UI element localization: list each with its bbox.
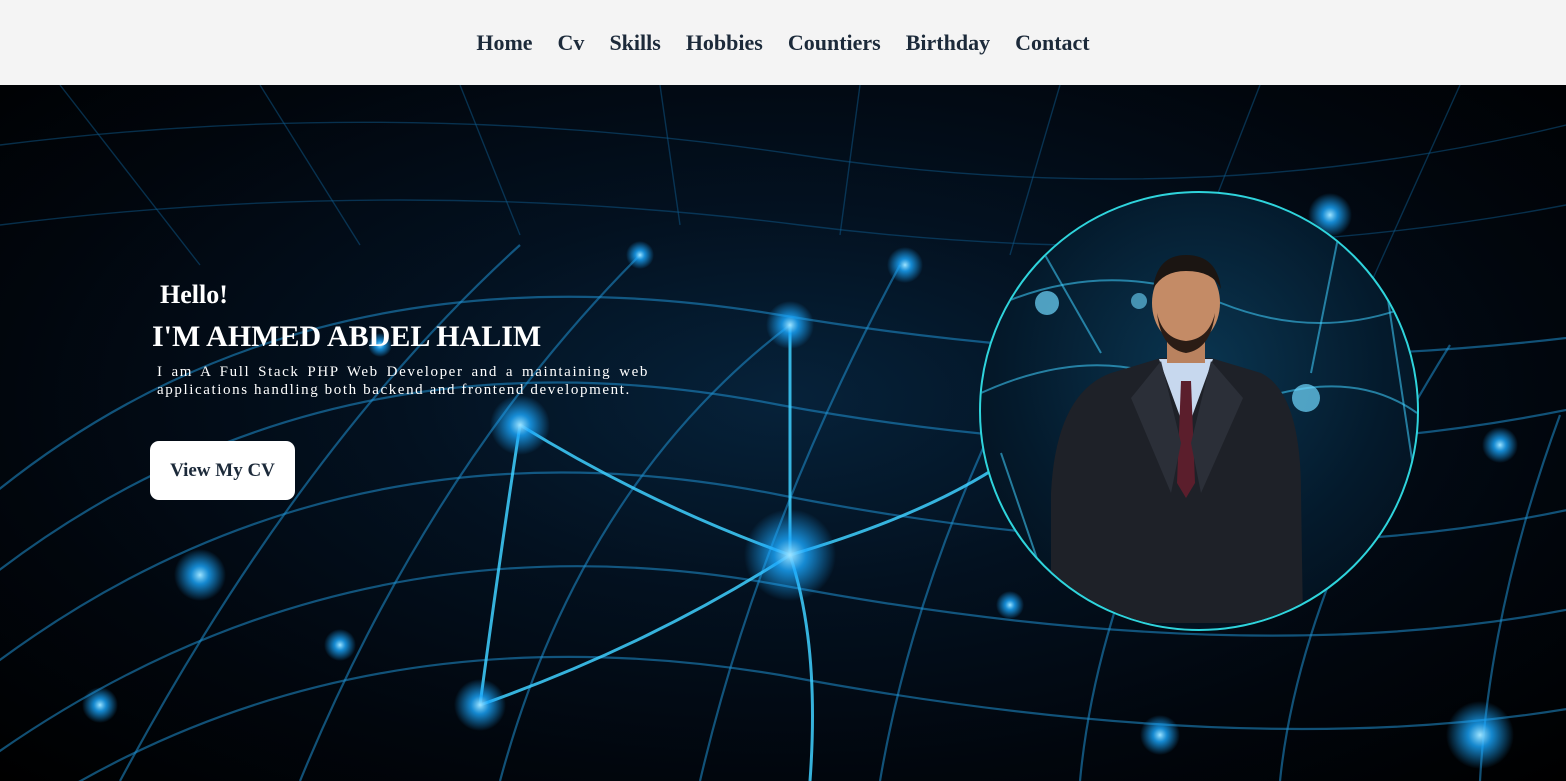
hero-section: Hello! I'M AHMED ABDEL HALIM I am A Full… xyxy=(0,85,1566,781)
view-cv-button[interactable]: View My CV xyxy=(150,441,295,500)
top-navbar: Home Cv Skills Hobbies Countiers Birthda… xyxy=(0,0,1566,85)
nav-link-cv[interactable]: Cv xyxy=(558,30,585,55)
hero-name-heading: I'M AHMED ABDEL HALIM xyxy=(152,320,542,353)
nav-link-home[interactable]: Home xyxy=(476,30,532,55)
greeting-text: Hello! xyxy=(160,280,228,309)
nav-link-birthday[interactable]: Birthday xyxy=(906,30,990,55)
nav-link-countries[interactable]: Countiers xyxy=(788,30,881,55)
nav-list: Home Cv Skills Hobbies Countiers Birthda… xyxy=(476,30,1089,56)
nav-link-contact[interactable]: Contact xyxy=(1015,30,1090,55)
nav-link-hobbies[interactable]: Hobbies xyxy=(686,30,763,55)
nav-link-skills[interactable]: Skills xyxy=(609,30,660,55)
profile-photo xyxy=(979,191,1419,631)
person-portrait-image xyxy=(981,212,1417,629)
hero-description: I am A Full Stack PHP Web Developer and … xyxy=(157,364,649,398)
